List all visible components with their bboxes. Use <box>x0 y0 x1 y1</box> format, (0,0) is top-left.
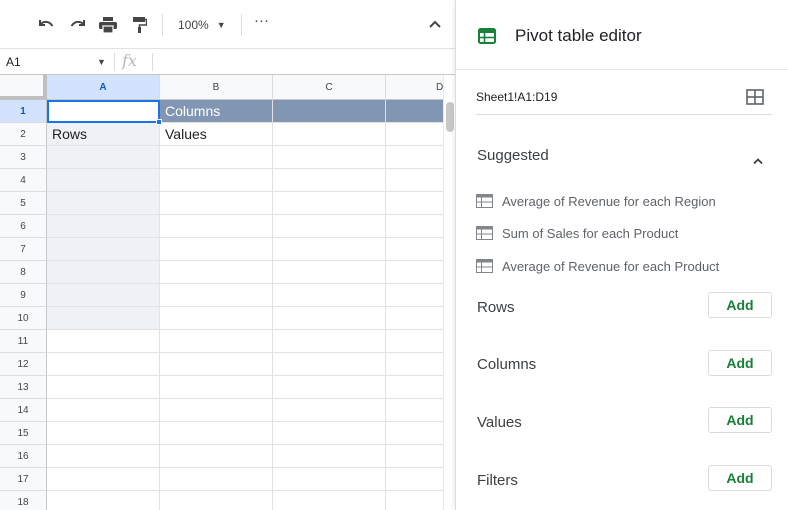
gridline-horizontal <box>47 145 443 146</box>
suggestion-label: Average of Revenue for each Product <box>502 258 720 274</box>
table-icon <box>476 194 493 208</box>
row-header[interactable]: 16 <box>0 445 47 468</box>
row-header[interactable]: 14 <box>0 399 47 422</box>
row-header[interactable]: 6 <box>0 215 47 238</box>
row-header[interactable]: 1 <box>0 100 47 123</box>
row-header[interactable]: 12 <box>0 353 47 376</box>
add-rows-button[interactable]: Add <box>708 292 772 318</box>
gridline-horizontal <box>47 467 443 468</box>
column-header-b[interactable]: B <box>160 75 273 100</box>
gridline-horizontal <box>47 329 443 330</box>
suggestion-label: Average of Revenue for each Region <box>502 193 716 209</box>
collapse-toolbar-icon[interactable] <box>428 16 442 34</box>
row-header[interactable]: 10 <box>0 307 47 330</box>
row-header[interactable]: 3 <box>0 146 47 169</box>
gridline-horizontal <box>47 398 443 399</box>
zoom-select[interactable]: 100% ▼ <box>178 14 226 36</box>
values-label: Values <box>477 414 522 431</box>
filters-label: Filters <box>477 472 518 489</box>
column-header-a[interactable]: A <box>47 75 160 100</box>
row-header[interactable]: 11 <box>0 330 47 353</box>
redo-icon[interactable] <box>66 14 90 36</box>
zoom-value: 100% <box>178 18 209 32</box>
column-header-d[interactable]: D <box>386 75 443 100</box>
spreadsheet-grid[interactable]: A B C D 1 2 3 4 5 6 7 8 9 10 11 12 13 14… <box>0 75 443 510</box>
toolbar-divider <box>241 14 242 36</box>
add-values-button[interactable]: Add <box>708 407 772 433</box>
more-options-icon[interactable]: ··· <box>254 12 269 29</box>
row-header[interactable]: 5 <box>0 192 47 215</box>
rows-label: Rows <box>477 299 515 316</box>
chevron-down-icon: ▼ <box>216 20 226 30</box>
data-range-value: Sheet1!A1:D19 <box>476 90 558 104</box>
data-range-field[interactable]: Sheet1!A1:D19 <box>476 87 772 115</box>
cell-area[interactable]: Columns Rows Values <box>47 100 443 510</box>
table-icon <box>476 259 493 273</box>
panel-header: Pivot table editor <box>456 0 788 70</box>
table-icon <box>476 226 493 240</box>
add-filters-button[interactable]: Add <box>708 465 772 491</box>
row-header[interactable]: 15 <box>0 422 47 445</box>
pivot-table-editor: Pivot table editor Sheet1!A1:D19 Suggest… <box>455 0 788 510</box>
toolbar: 100% ▼ ··· <box>0 0 455 48</box>
cell-a1-selected[interactable] <box>47 100 160 123</box>
cell-b1[interactable]: Columns <box>160 100 220 123</box>
gridline-horizontal <box>47 490 443 491</box>
cell-b2[interactable]: Values <box>160 123 207 146</box>
gridline-horizontal <box>47 283 443 284</box>
grid-select-icon[interactable] <box>746 89 764 110</box>
formula-bar: A1 ▼ fx <box>0 48 455 75</box>
name-box[interactable]: A1 <box>6 55 21 69</box>
gridline-horizontal <box>47 168 443 169</box>
suggestion-item[interactable]: Average of Revenue for each Product <box>476 256 719 276</box>
row-header[interactable]: 9 <box>0 284 47 307</box>
row-header[interactable]: 4 <box>0 169 47 192</box>
function-icon: fx <box>122 51 137 70</box>
row-header[interactable]: 7 <box>0 238 47 261</box>
row-header[interactable]: 8 <box>0 261 47 284</box>
toolbar-divider <box>162 14 163 36</box>
add-columns-button[interactable]: Add <box>708 350 772 376</box>
gridline-horizontal <box>47 352 443 353</box>
gridline-horizontal <box>47 421 443 422</box>
gridline-horizontal <box>47 214 443 215</box>
gridline-horizontal <box>47 237 443 238</box>
panel-title: Pivot table editor <box>515 26 642 45</box>
row-header[interactable]: 18 <box>0 491 47 510</box>
suggestion-label: Sum of Sales for each Product <box>502 225 679 241</box>
paint-format-icon[interactable] <box>128 14 152 36</box>
suggestion-item[interactable]: Sum of Sales for each Product <box>476 223 678 243</box>
pivot-table-icon <box>478 28 496 49</box>
gridline-vertical <box>272 100 273 510</box>
gridline-horizontal <box>47 444 443 445</box>
cell-a2[interactable]: Rows <box>47 123 87 146</box>
gridline-horizontal <box>47 306 443 307</box>
row-header[interactable]: 17 <box>0 468 47 491</box>
scrollbar-thumb[interactable] <box>446 102 454 132</box>
suggested-label: Suggested <box>477 147 549 164</box>
formula-divider <box>114 53 115 71</box>
chevron-down-icon[interactable]: ▼ <box>97 57 106 67</box>
chevron-up-icon[interactable] <box>752 152 764 170</box>
gridline-horizontal <box>47 260 443 261</box>
gridline-vertical <box>159 100 160 510</box>
formula-divider <box>152 53 153 71</box>
gridline-horizontal <box>47 191 443 192</box>
row-header[interactable]: 2 <box>0 123 47 146</box>
undo-icon[interactable] <box>34 14 58 36</box>
print-icon[interactable] <box>96 14 120 36</box>
gridline-horizontal <box>47 375 443 376</box>
gridline-vertical <box>385 100 386 510</box>
select-all-corner[interactable] <box>0 75 47 100</box>
column-header-c[interactable]: C <box>273 75 386 100</box>
vertical-scrollbar[interactable] <box>443 75 455 510</box>
row-header[interactable]: 13 <box>0 376 47 399</box>
suggestion-item[interactable]: Average of Revenue for each Region <box>476 191 716 211</box>
columns-label: Columns <box>477 356 537 373</box>
